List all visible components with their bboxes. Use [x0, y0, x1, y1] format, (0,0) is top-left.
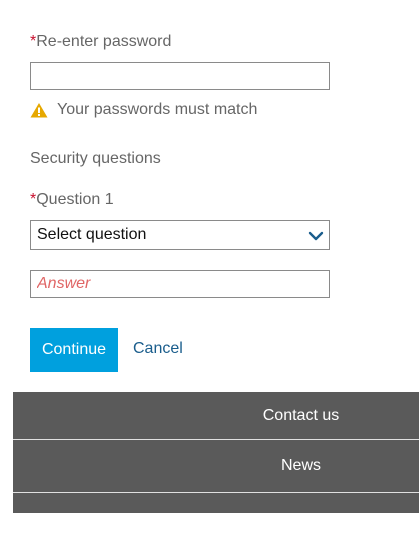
- question-1-label: *Question 1: [30, 191, 114, 209]
- continue-button[interactable]: Continue: [30, 328, 118, 372]
- warning-text: Your passwords must match: [57, 101, 258, 118]
- security-questions-heading: Security questions: [30, 150, 161, 167]
- reenter-password-label-text: Re-enter password: [36, 33, 172, 50]
- reenter-password-input[interactable]: [30, 62, 330, 90]
- cancel-link[interactable]: Cancel: [133, 340, 183, 358]
- password-mismatch-warning: Your passwords must match: [30, 100, 257, 120]
- footer-link-contact-us[interactable]: Contact us: [13, 392, 419, 440]
- footer-link-news[interactable]: News: [13, 440, 419, 493]
- answer-input[interactable]: [30, 270, 330, 298]
- question-1-label-text: Question 1: [36, 191, 114, 208]
- footer-nav: Contact us News: [13, 392, 419, 513]
- reenter-password-label: *Re-enter password: [30, 33, 171, 51]
- chevron-down-icon: [308, 231, 324, 241]
- question-1-select[interactable]: Select question: [30, 220, 330, 250]
- question-1-selected-value: Select question: [37, 226, 147, 243]
- warning-icon: [30, 103, 48, 118]
